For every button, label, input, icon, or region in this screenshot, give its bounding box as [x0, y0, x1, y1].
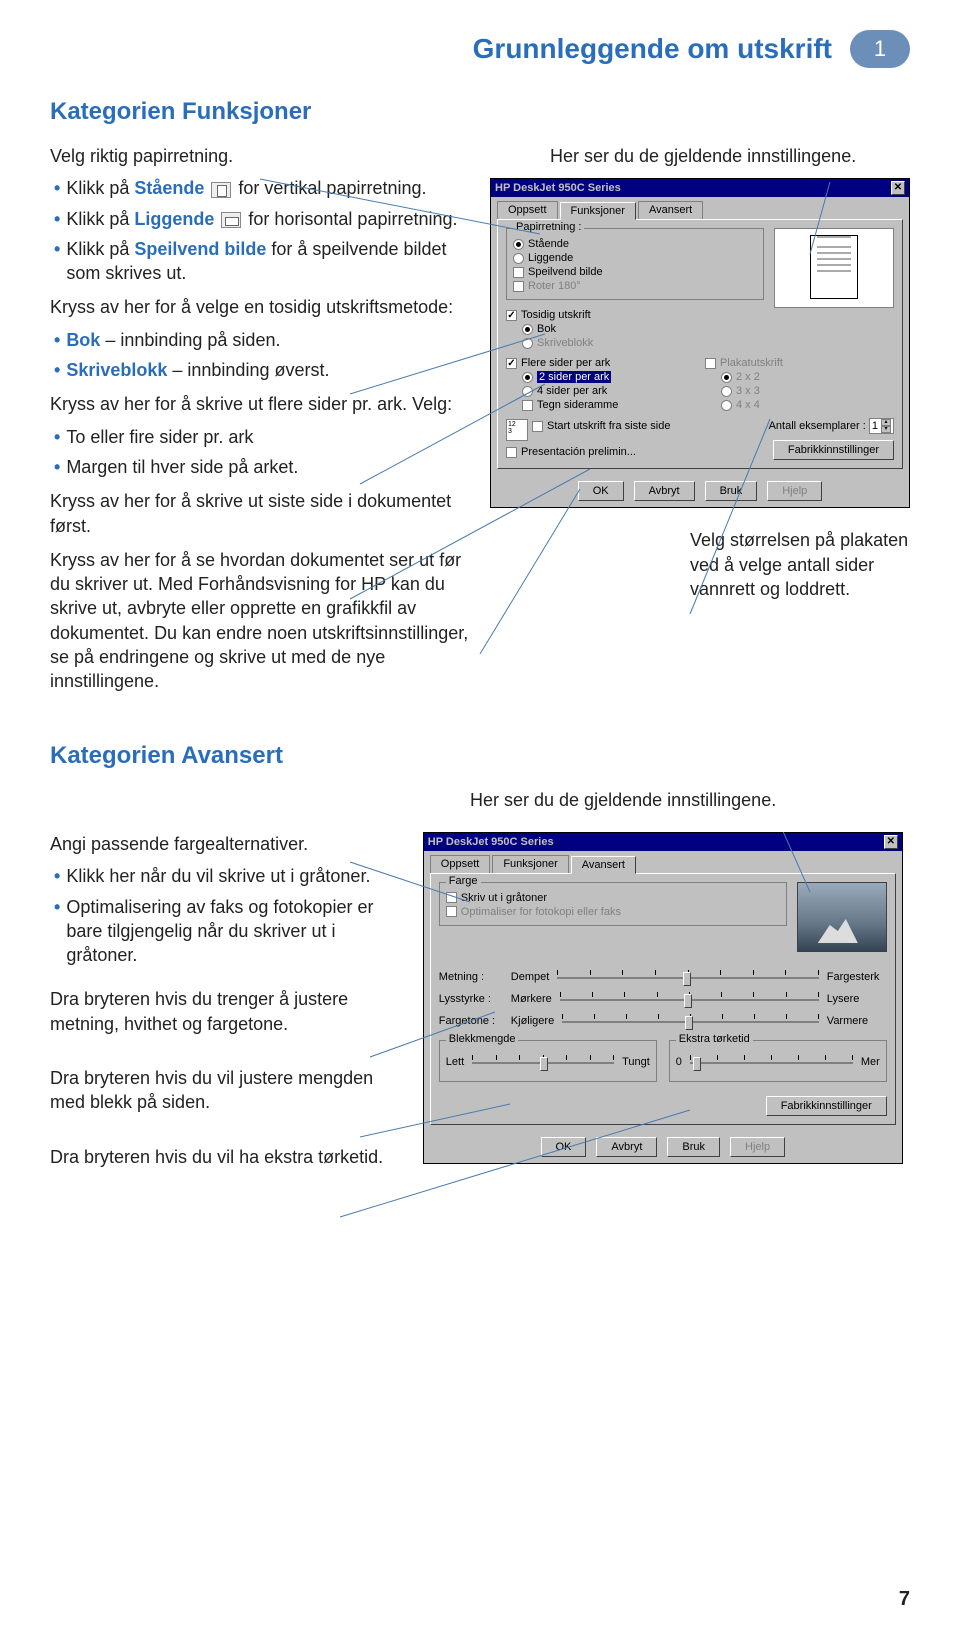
groupbox-torke: Ekstra tørketid 0 Mer: [669, 1040, 887, 1082]
slider-lysstyrke[interactable]: Lysstyrke : Mørkere Lysere: [439, 990, 887, 1008]
flere-sider-intro: Kryss av her for å skrive ut flere sider…: [50, 392, 470, 416]
avbryt-button[interactable]: Avbryt: [634, 481, 695, 501]
section-avansert-title: Kategorien Avansert: [50, 742, 910, 770]
check-roter: Roter 180°: [513, 279, 757, 293]
ok-button-2[interactable]: OK: [541, 1137, 587, 1157]
radio-4sider[interactable]: 4 sider per ark: [522, 384, 695, 398]
tab-funksjoner[interactable]: Funksjoner: [560, 202, 636, 220]
page-number: 7: [899, 1588, 910, 1611]
tab2-funksjoner[interactable]: Funksjoner: [492, 855, 568, 873]
section-funksjoner-title: Kategorien Funksjoner: [50, 98, 910, 126]
portrait-icon: [211, 182, 231, 198]
bullet-staende: • Klikk på Stående for vertikal papirret…: [54, 176, 470, 200]
preview-thumbnail: [797, 882, 887, 952]
radio-skriveblokk[interactable]: Skriveblokk: [522, 336, 894, 350]
term-liggende: Liggende: [134, 209, 214, 229]
check-flere-sider[interactable]: Flere sider per ark: [506, 356, 695, 370]
radio-liggende[interactable]: Liggende: [513, 251, 757, 265]
page-title: Grunnleggende om utskrift: [473, 33, 832, 65]
tab2-avansert[interactable]: Avansert: [571, 856, 636, 874]
radio-3x3: 3 x 3: [721, 384, 894, 398]
bullet-margen: •Margen til hver side på arket.: [54, 455, 470, 479]
groupbox-blekk: Blekkmengde Lett Tungt: [439, 1040, 657, 1082]
caption-gjeldende-2: Her ser du de gjeldende innstillingene.: [50, 788, 910, 812]
slider-metning[interactable]: Metning : Dempet Fargesterk: [439, 968, 887, 986]
bullet-dot: •: [54, 176, 60, 200]
bullet-skriveblokk: • Skriveblokk – innbinding øverst.: [54, 358, 470, 382]
groupbox-farge: Farge Skriv ut i gråtoner Optimaliser fo…: [439, 882, 787, 926]
check-gratoner[interactable]: Skriv ut i gråtoner: [446, 891, 780, 905]
tab-avansert[interactable]: Avansert: [638, 201, 703, 219]
blekk-text: Dra bryteren hvis du vil justere mengden…: [50, 1066, 403, 1115]
bruk-button[interactable]: Bruk: [705, 481, 758, 501]
bullet-optimalisering: •Optimalisering av faks og fotokopier er…: [54, 895, 403, 968]
ok-button[interactable]: OK: [578, 481, 624, 501]
spinner-up-icon: ▴: [881, 419, 891, 426]
orientation-preview: [774, 228, 894, 308]
slider-torke[interactable]: 0 Mer: [676, 1053, 880, 1071]
dialog-title: HP DeskJet 950C Series: [495, 182, 621, 194]
spinner-down-icon: ▾: [881, 426, 891, 433]
bruk-button-2[interactable]: Bruk: [667, 1137, 720, 1157]
bullet-liggende: • Klikk på Liggende for horisontal papir…: [54, 207, 470, 231]
radio-bok[interactable]: Bok: [522, 322, 894, 336]
tab2-oppsett[interactable]: Oppsett: [430, 855, 491, 873]
check-speilvend[interactable]: Speilvend bilde: [513, 265, 757, 279]
factory-button-2[interactable]: Fabrikkinnstillinger: [766, 1096, 887, 1116]
right-col-avansert: HP DeskJet 950C Series ✕ Oppsett Funksjo…: [423, 832, 910, 1177]
check-tegn-sideramme[interactable]: Tegn sideramme: [522, 398, 695, 412]
avbryt-button-2[interactable]: Avbryt: [596, 1137, 657, 1157]
radio-2x2: 2 x 2: [721, 370, 894, 384]
tab-oppsett[interactable]: Oppsett: [497, 201, 558, 219]
factory-button[interactable]: Fabrikkinnstillinger: [773, 440, 894, 460]
farge-intro: Angi passende fargealternativer.: [50, 832, 403, 856]
left-instructions-avansert: Angi passende fargealternativer. •Klikk …: [50, 832, 403, 1177]
radio-2sider[interactable]: 2 sider per ark: [522, 370, 695, 384]
dialog-tabs: Oppsett Funksjoner Avansert: [491, 197, 909, 219]
close-icon[interactable]: ✕: [891, 181, 905, 195]
caption-plakat: Velg størrelsen på plakaten ved å velge …: [490, 528, 910, 601]
metning-text: Dra bryteren hvis du trenger å justere m…: [50, 987, 403, 1036]
preview-text: Kryss av her for å se hvordan dokumentet…: [50, 548, 470, 694]
radio-staende[interactable]: Stående: [513, 237, 757, 251]
check-presentacion[interactable]: Presentación prelimin...: [506, 445, 712, 459]
page-header: Grunnleggende om utskrift 1: [50, 30, 910, 68]
intro-text: Velg riktig papirretning.: [50, 144, 470, 168]
copies-spinner[interactable]: 1 ▴▾: [869, 418, 894, 434]
torke-text: Dra bryteren hvis du vil ha ekstra tørke…: [50, 1145, 403, 1169]
check-optimaliser[interactable]: Optimaliser for fotokopi eller faks: [446, 905, 780, 919]
term-speilvend: Speilvend bilde: [134, 239, 266, 259]
check-plakat[interactable]: Plakatutskrift: [705, 356, 894, 370]
dialog-avansert: HP DeskJet 950C Series ✕ Oppsett Funksjo…: [423, 832, 903, 1164]
caption-gjeldende-1: Her ser du de gjeldende innstillingene.: [490, 144, 910, 168]
hjelp-button[interactable]: Hjelp: [767, 481, 822, 501]
slider-fargetone[interactable]: Fargetone : Kjøligere Varmere: [439, 1012, 887, 1030]
dialog-funksjoner: HP DeskJet 950C Series ✕ Oppsett Funksjo…: [490, 178, 910, 508]
landscape-icon: [221, 212, 241, 228]
hjelp-button-2[interactable]: Hjelp: [730, 1137, 785, 1157]
bullet-speilvend: • Klikk på Speilvend bilde for å speilve…: [54, 237, 470, 286]
dialog2-titlebar[interactable]: HP DeskJet 950C Series ✕: [424, 833, 902, 851]
slider-blekk[interactable]: Lett Tungt: [446, 1053, 650, 1071]
close-icon[interactable]: ✕: [884, 835, 898, 849]
bullet-gratoner: •Klikk her når du vil skrive ut i gråton…: [54, 864, 403, 888]
multipage-icon: 123: [506, 419, 528, 441]
left-instructions: Velg riktig papirretning. • Klikk på Stå…: [50, 144, 470, 702]
term-staende: Stående: [134, 178, 204, 198]
check-tosidig[interactable]: Tosidig utskrift: [506, 308, 894, 322]
dialog-titlebar[interactable]: HP DeskJet 950C Series ✕: [491, 179, 909, 197]
radio-4x4: 4 x 4: [721, 398, 894, 412]
right-col: Her ser du de gjeldende innstillingene. …: [490, 144, 910, 702]
groupbox-papirretning: Papirretning : Stående Liggende Speilven…: [506, 228, 764, 300]
bullet-bok: • Bok – innbinding på siden.: [54, 328, 470, 352]
chapter-badge: 1: [850, 30, 910, 68]
bullet-to-fire: •To eller fire sider pr. ark: [54, 425, 470, 449]
tosidig-intro: Kryss av her for å velge en tosidig utsk…: [50, 295, 470, 319]
check-start-siste[interactable]: Start utskrift fra siste side: [532, 419, 670, 433]
siste-side-text: Kryss av her for å skrive ut siste side …: [50, 489, 470, 538]
